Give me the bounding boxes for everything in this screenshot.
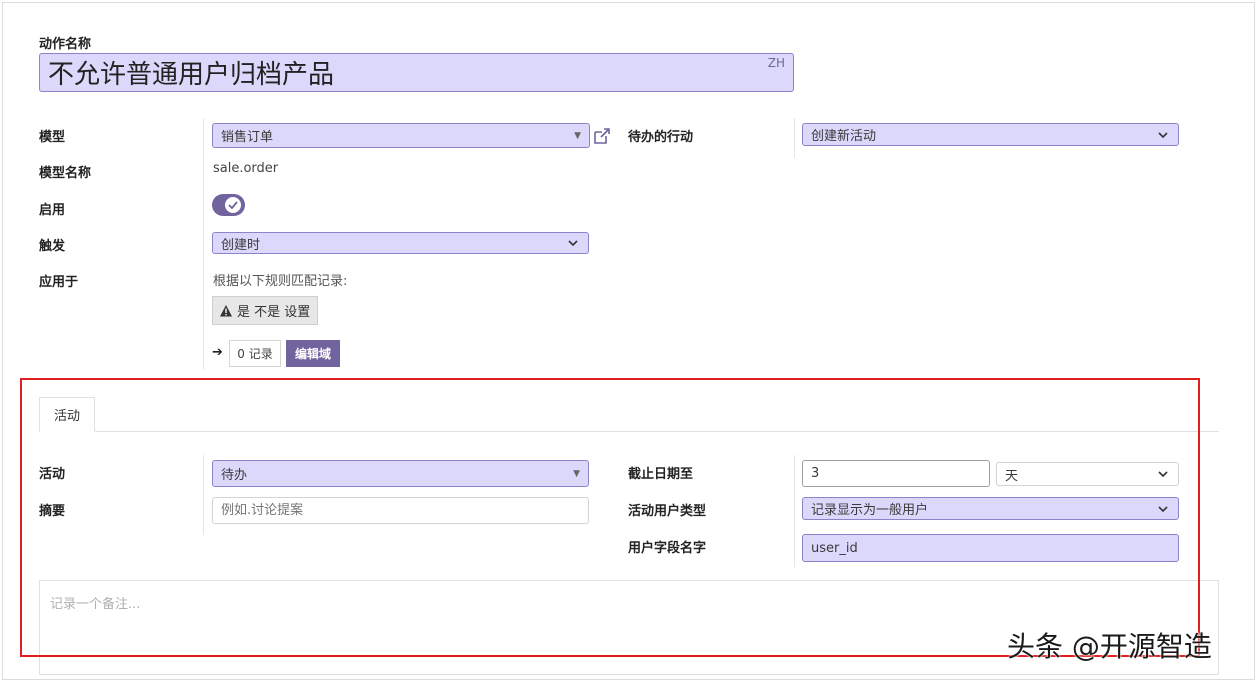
model-name-value: sale.order bbox=[213, 161, 279, 176]
toggle-knob bbox=[225, 197, 241, 213]
active-label: 启用 bbox=[39, 203, 66, 218]
highlight-box bbox=[20, 378, 1200, 657]
action-name-input[interactable]: 不允许普通用户归档产品 ZH bbox=[39, 53, 794, 92]
model-select[interactable]: 销售订单 ▼ bbox=[212, 123, 590, 148]
model-label: 模型 bbox=[39, 130, 66, 145]
chevron-down-icon bbox=[568, 240, 578, 247]
watermark: 头条 @开源智造 bbox=[1007, 630, 1212, 663]
domain-tag-text: 是 不是 设置 bbox=[237, 305, 311, 320]
edit-domain-text: 编辑域 bbox=[294, 347, 331, 361]
model-value: 销售订单 bbox=[221, 130, 274, 145]
left-column-separator bbox=[203, 118, 204, 370]
todo-action-value: 创建新活动 bbox=[811, 129, 877, 144]
check-icon bbox=[228, 201, 238, 210]
arrow-right-icon: ➔ bbox=[212, 345, 223, 360]
language-badge[interactable]: ZH bbox=[768, 56, 785, 70]
domain-tag[interactable]: 是 不是 设置 bbox=[212, 296, 318, 325]
todo-action-label: 待办的行动 bbox=[628, 130, 694, 145]
model-name-label: 模型名称 bbox=[39, 166, 92, 181]
edit-domain-button[interactable]: 编辑域 bbox=[286, 340, 340, 367]
records-count-button[interactable]: 0 记录 bbox=[229, 340, 281, 367]
apply-on-label: 应用于 bbox=[39, 275, 79, 290]
caret-down-icon: ▼ bbox=[574, 130, 581, 141]
right-column-separator-top bbox=[794, 118, 795, 158]
apply-on-text: 根据以下规则匹配记录: bbox=[213, 274, 348, 289]
action-name-value: 不允许普通用户归档产品 bbox=[48, 60, 335, 90]
external-link-icon[interactable] bbox=[592, 126, 612, 146]
trigger-select[interactable]: 创建时 bbox=[212, 232, 589, 254]
trigger-label: 触发 bbox=[39, 239, 66, 254]
records-count-text: 0 记录 bbox=[237, 347, 273, 361]
action-name-label: 动作名称 bbox=[39, 37, 92, 52]
active-toggle[interactable] bbox=[212, 194, 245, 216]
todo-action-select[interactable]: 创建新活动 bbox=[802, 123, 1179, 146]
warning-icon bbox=[220, 304, 232, 316]
chevron-down-icon bbox=[1158, 131, 1168, 138]
trigger-value: 创建时 bbox=[221, 237, 261, 253]
